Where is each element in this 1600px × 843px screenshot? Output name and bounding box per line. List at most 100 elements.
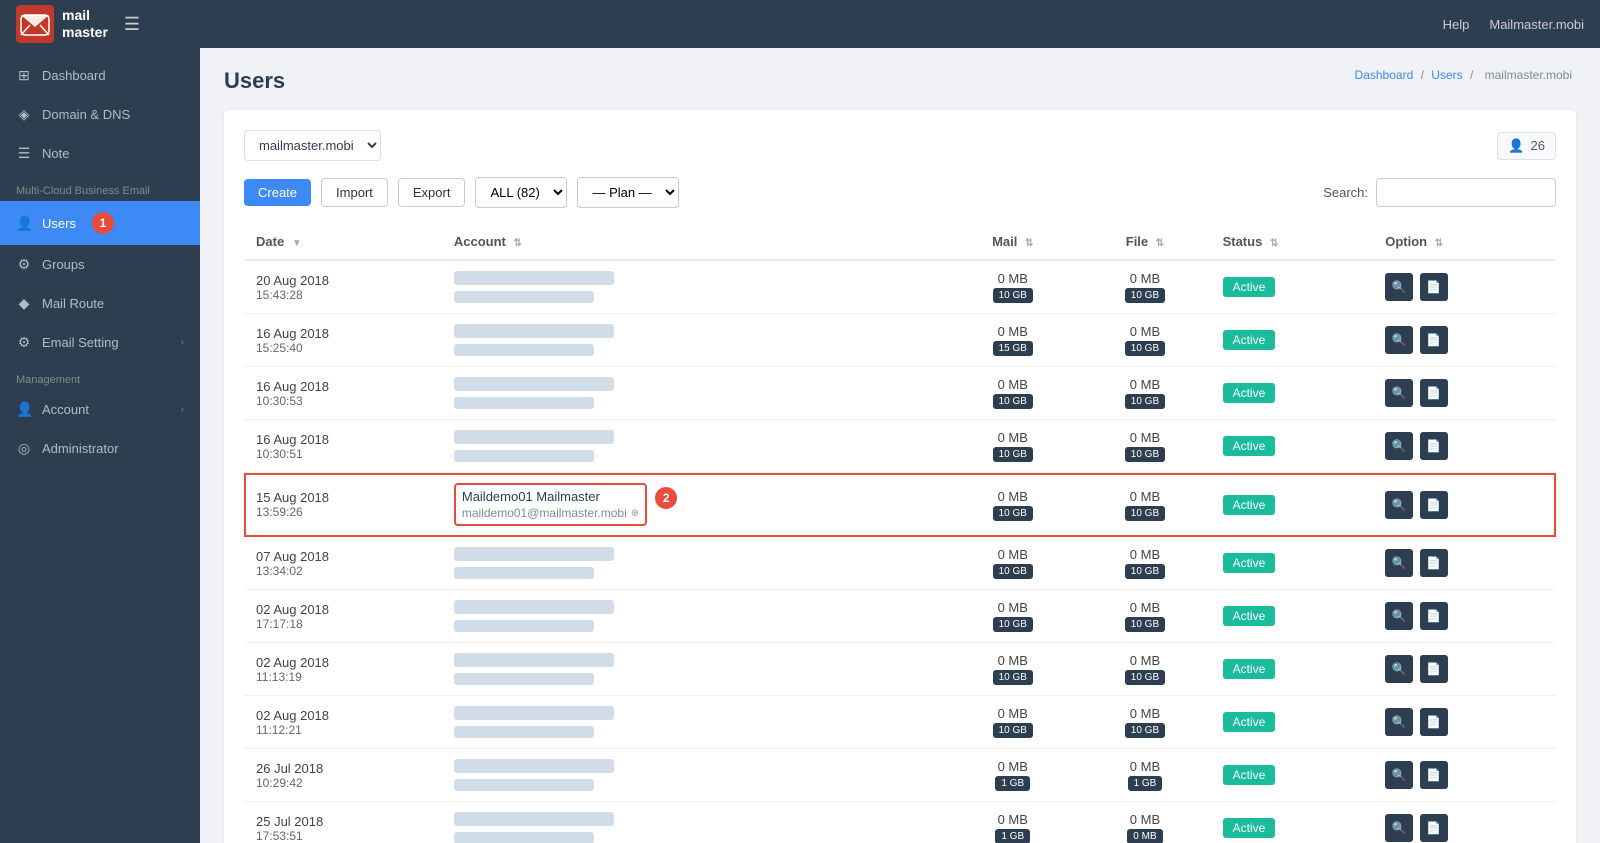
cell-mail: 0 MB1 GB: [946, 802, 1079, 843]
dashboard-icon: ⊞: [16, 67, 32, 84]
sidebar-item-users[interactable]: 👤 Users 1: [0, 201, 200, 245]
search-user-btn[interactable]: 🔍: [1385, 549, 1413, 577]
search-area: Search:: [1323, 178, 1556, 207]
cell-status: Active: [1211, 420, 1374, 473]
col-account[interactable]: Account ⇅: [442, 224, 946, 260]
cell-status: Active: [1211, 643, 1374, 696]
filter-all-select[interactable]: ALL (82): [475, 177, 567, 208]
search-user-btn[interactable]: 🔍: [1385, 379, 1413, 407]
topnav: mailmaster ☰ Help Mailmaster.mobi: [0, 0, 1600, 48]
filter-plan-select[interactable]: — Plan —: [577, 177, 679, 208]
cell-file: 0 MB0 MB: [1079, 802, 1210, 843]
domain-toolbar: mailmaster.mobi 👤 26: [244, 130, 1556, 161]
sidebar-item-email-setting-label: Email Setting: [42, 335, 119, 350]
cell-date: 16 Aug 201810:30:51: [244, 420, 442, 473]
search-user-btn[interactable]: 🔍: [1385, 432, 1413, 460]
sidebar-item-groups[interactable]: ⚙ Groups: [0, 245, 200, 284]
groups-icon: ⚙: [16, 256, 32, 273]
cell-date: 15 Aug 201813:59:26: [244, 473, 442, 537]
cell-file: 0 MB10 GB: [1079, 537, 1210, 590]
search-user-btn[interactable]: 🔍: [1385, 708, 1413, 736]
cell-account: [442, 643, 946, 696]
cell-option: 🔍 📄: [1373, 314, 1556, 367]
breadcrumb: Dashboard / Users / mailmaster.mobi: [1355, 68, 1576, 82]
search-input[interactable]: [1376, 178, 1556, 207]
edit-user-btn[interactable]: 📄: [1420, 432, 1448, 460]
cell-date: 16 Aug 201815:25:40: [244, 314, 442, 367]
users-card: mailmaster.mobi 👤 26 Create Import Expor…: [224, 110, 1576, 843]
breadcrumb-users[interactable]: Users: [1431, 68, 1462, 82]
domain-link[interactable]: Mailmaster.mobi: [1489, 17, 1584, 32]
cell-status: Active: [1211, 473, 1374, 537]
cell-option: 🔍 📄: [1373, 696, 1556, 749]
domain-select[interactable]: mailmaster.mobi: [244, 130, 381, 161]
import-button[interactable]: Import: [321, 178, 388, 207]
search-user-btn[interactable]: 🔍: [1385, 761, 1413, 789]
edit-user-btn[interactable]: 📄: [1420, 491, 1448, 519]
sort-date-icon: ▼: [292, 238, 302, 249]
cell-account: [442, 590, 946, 643]
search-user-btn[interactable]: 🔍: [1385, 491, 1413, 519]
edit-user-btn[interactable]: 📄: [1420, 708, 1448, 736]
cell-account: [442, 367, 946, 420]
cell-mail: 0 MB10 GB: [946, 537, 1079, 590]
status-badge: Active: [1223, 277, 1276, 297]
sidebar-item-account[interactable]: 👤 Account ›: [0, 390, 200, 429]
create-button[interactable]: Create: [244, 179, 311, 206]
export-button[interactable]: Export: [398, 178, 466, 207]
sidebar-item-administrator[interactable]: ◎ Administrator: [0, 429, 200, 468]
edit-user-btn[interactable]: 📄: [1420, 602, 1448, 630]
topnav-left: mailmaster ☰: [16, 5, 140, 43]
search-user-btn[interactable]: 🔍: [1385, 273, 1413, 301]
search-user-btn[interactable]: 🔍: [1385, 814, 1413, 842]
cell-account: [442, 802, 946, 843]
edit-user-btn[interactable]: 📄: [1420, 379, 1448, 407]
search-user-btn[interactable]: 🔍: [1385, 602, 1413, 630]
user-icon-small: 👤: [1508, 138, 1524, 154]
table-row: 07 Aug 201813:34:02 0 MB10 GB0 MB10 GBAc…: [244, 537, 1556, 590]
search-user-btn[interactable]: 🔍: [1385, 326, 1413, 354]
cell-date: 20 Aug 201815:43:28: [244, 260, 442, 314]
cell-mail: 0 MB10 GB: [946, 473, 1079, 537]
hamburger-menu[interactable]: ☰: [124, 14, 140, 35]
breadcrumb-dashboard[interactable]: Dashboard: [1355, 68, 1414, 82]
domain-selector: mailmaster.mobi: [244, 130, 381, 161]
sidebar-item-mail-route[interactable]: ◆ Mail Route: [0, 284, 200, 323]
cell-date: 07 Aug 201813:34:02: [244, 537, 442, 590]
col-option[interactable]: Option ⇅: [1373, 224, 1556, 260]
col-date[interactable]: Date ▼: [244, 224, 442, 260]
edit-user-btn[interactable]: 📄: [1420, 273, 1448, 301]
cell-file: 0 MB10 GB: [1079, 420, 1210, 473]
sidebar-item-note[interactable]: ☰ Note: [0, 134, 200, 173]
cell-status: Active: [1211, 749, 1374, 802]
cell-status: Active: [1211, 260, 1374, 314]
search-user-btn[interactable]: 🔍: [1385, 655, 1413, 683]
cell-account: [442, 696, 946, 749]
search-label: Search:: [1323, 185, 1368, 200]
col-status[interactable]: Status ⇅: [1211, 224, 1374, 260]
status-badge: Active: [1223, 712, 1276, 732]
cell-status: Active: [1211, 537, 1374, 590]
edit-user-btn[interactable]: 📄: [1420, 549, 1448, 577]
edit-user-btn[interactable]: 📄: [1420, 655, 1448, 683]
col-mail[interactable]: Mail ⇅: [946, 224, 1079, 260]
action-toolbar: Create Import Export ALL (82) — Plan — S…: [244, 177, 1556, 208]
col-file[interactable]: File ⇅: [1079, 224, 1210, 260]
edit-user-btn[interactable]: 📄: [1420, 761, 1448, 789]
table-row: 20 Aug 201815:43:28 0 MB10 GB0 MB10 GBAc…: [244, 260, 1556, 314]
sidebar-item-email-setting[interactable]: ⚙ Email Setting ›: [0, 323, 200, 362]
help-link[interactable]: Help: [1443, 17, 1470, 32]
edit-user-btn[interactable]: 📄: [1420, 326, 1448, 354]
user-count: 26: [1531, 138, 1545, 153]
cell-option: 🔍 📄: [1373, 749, 1556, 802]
sidebar-item-dashboard[interactable]: ⊞ Dashboard: [0, 56, 200, 95]
sidebar-item-domain-dns[interactable]: ◈ Domain & DNS: [0, 95, 200, 134]
cell-date: 02 Aug 201817:17:18: [244, 590, 442, 643]
edit-user-btn[interactable]: 📄: [1420, 814, 1448, 842]
cell-option: 🔍 📄: [1373, 802, 1556, 843]
cell-mail: 0 MB15 GB: [946, 314, 1079, 367]
cell-account: Maildemo01 Mailmaster maildemo01@mailmas…: [442, 473, 946, 537]
status-badge: Active: [1223, 659, 1276, 679]
table-row: 02 Aug 201811:12:21 0 MB10 GB0 MB10 GBAc…: [244, 696, 1556, 749]
page-title: Users: [224, 68, 285, 94]
